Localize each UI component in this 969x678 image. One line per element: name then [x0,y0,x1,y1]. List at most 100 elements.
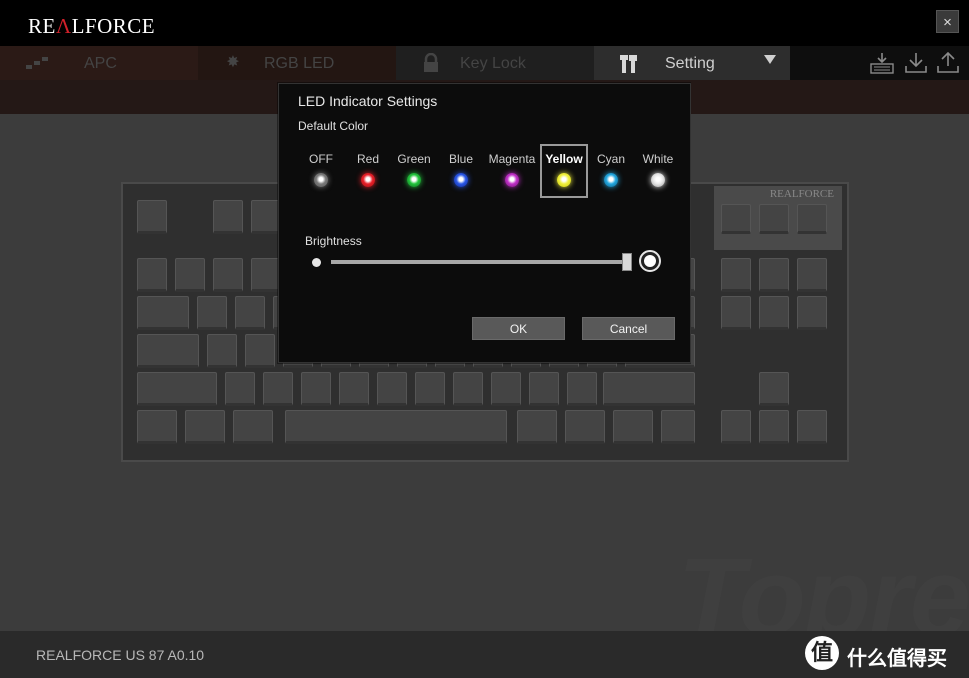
cancel-button[interactable]: Cancel [582,317,675,340]
title-bar: REΛLFORCE × [0,0,969,46]
keyboard-key [759,204,789,234]
keyboard-key [233,410,273,444]
keyboard-key [759,258,789,292]
keyboard-key [759,372,789,406]
brightness-min-icon [312,258,321,267]
keyboard-key [759,296,789,330]
color-dot-yellow [557,173,571,187]
dialog-title: LED Indicator Settings [298,93,438,109]
keyboard-key [213,200,243,234]
keyboard-key [225,372,255,406]
color-option-label: Yellow [545,152,583,166]
chevron-down-icon[interactable] [764,55,776,64]
keyboard-key [137,372,217,406]
lock-icon [420,52,442,73]
tab-key-lock-label: Key Lock [460,55,526,72]
brightness-slider-track[interactable] [331,260,627,264]
tab-key-lock[interactable]: Key Lock [396,46,594,80]
led-sun-icon: ✸ [226,54,240,71]
default-color-label: Default Color [298,119,369,133]
keyboard-key [721,296,751,330]
tab-rgb-led[interactable]: ✸ RGB LED [198,46,396,80]
keyboard-key [137,334,199,368]
keyboard-key [285,410,507,444]
color-option-magenta[interactable]: Magenta [485,144,539,198]
keyboard-key [517,410,557,444]
keyboard-key [339,372,369,406]
keyboard-key [661,410,695,444]
keyboard-key [377,372,407,406]
color-dot-white [651,173,665,187]
status-bar: REALFORCE US 87 A0.10 值 什么值得买 [0,631,969,678]
keyboard-key [613,410,653,444]
keyboard-key [721,410,751,444]
tab-setting[interactable]: Setting [594,46,790,80]
color-option-cyan[interactable]: Cyan [591,144,631,198]
keyboard-key [529,372,559,406]
color-dot-blue [454,173,468,187]
device-version-text: REALFORCE US 87 A0.10 [36,647,205,663]
color-option-off[interactable]: OFF [301,144,341,198]
keyboard-key [415,372,445,406]
led-indicator-settings-dialog: LED Indicator Settings Default Color OFF… [278,83,691,363]
color-dot-magenta [505,173,519,187]
color-option-label: White [642,152,674,166]
keyboard-key [453,372,483,406]
keyboard-key [797,410,827,444]
tab-rgb-led-label: RGB LED [264,55,335,72]
keyboard-key [797,296,827,330]
keyboard-key [185,410,225,444]
keyboard-key [137,258,167,292]
realforce-logo: REΛLFORCE [28,14,156,38]
keyboard-key [565,410,605,444]
color-dot-red [361,173,375,187]
keyboard-key [263,372,293,406]
keyboard-key [721,204,751,234]
brightness-slider-thumb[interactable] [622,253,632,271]
keyboard-key [235,296,265,330]
tab-apc[interactable]: APC [0,46,198,80]
color-dot-cyan [604,173,618,187]
color-option-label: Magenta [488,152,536,166]
keyboard-key [137,296,189,330]
keyboard-key [137,200,167,234]
keyboard-key [491,372,521,406]
color-option-label: Cyan [596,152,625,166]
color-option-white[interactable]: White [636,144,680,198]
keyboard-key [207,334,237,368]
tab-apc-label: APC [84,55,117,72]
keyboard-key [797,204,827,234]
color-option-yellow[interactable]: Yellow [540,144,588,198]
color-option-label: Red [356,152,379,166]
color-dot-off [314,173,328,187]
keyboard-key [567,372,597,406]
download-icon[interactable] [904,52,928,74]
toolbar [860,46,969,80]
tab-bar: APC ✸ RGB LED Key Lock Setting [0,46,969,80]
tools-icon [618,53,640,73]
keyboard-key [721,258,751,292]
keyboard-key [245,334,275,368]
close-button[interactable]: × [936,10,959,33]
keyboard-key [797,258,827,292]
keyboard-brand-text: REALFORCE [769,188,834,200]
keyboard-download-icon[interactable] [870,52,894,74]
color-option-red[interactable]: Red [348,144,388,198]
keyboard-key [213,258,243,292]
color-option-green[interactable]: Green [392,144,436,198]
color-option-blue[interactable]: Blue [441,144,481,198]
keyboard-key [603,372,695,406]
site-watermark-text: 什么值得买 [847,648,947,670]
site-watermark-logo: 值 [805,636,839,670]
tab-setting-label: Setting [665,55,715,72]
keyboard-key [759,410,789,444]
brightness-label: Brightness [305,234,362,248]
keyboard-key [137,410,177,444]
brightness-max-icon [639,250,661,272]
color-option-label: Green [397,152,431,166]
keyboard-key [301,372,331,406]
ok-button[interactable]: OK [472,317,565,340]
upload-icon[interactable] [936,51,960,74]
keyboard-key [175,258,205,292]
site-watermark: 值 什么值得买 [805,636,955,672]
